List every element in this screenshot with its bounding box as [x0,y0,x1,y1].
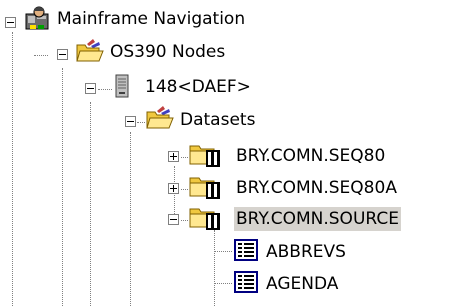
member-document-icon [232,268,262,296]
dataset-folder-icon [188,140,220,168]
tree-line [12,32,13,306]
dataset-folder-icon [188,203,220,231]
collapse-toggle[interactable] [85,83,96,94]
mainframe-navigation-icon [22,5,52,33]
expand-toggle[interactable] [168,183,179,194]
open-folder-icon [75,37,105,65]
tree-line [137,122,145,123]
node-label-os390-nodes[interactable]: OS390 Nodes [108,40,227,64]
open-folder-icon [145,104,175,132]
tree-line [130,132,131,306]
collapse-toggle[interactable] [5,17,16,28]
expand-toggle[interactable] [168,151,179,162]
node-label-bry-comn-seq80[interactable]: BRY.COMN.SEQ80 [234,144,387,168]
tree-line [34,55,48,56]
tree-line [90,102,91,306]
node-label-bry-comn-seq80a[interactable]: BRY.COMN.SEQ80A [234,176,399,200]
tree-line [62,68,63,306]
node-label-datasets[interactable]: Datasets [178,108,257,132]
tree-line [181,157,188,158]
node-label-abbrevs[interactable]: ABBREVS [264,240,348,264]
mainframe-tree-view[interactable]: Mainframe Navigation OS390 Nodes 148<DAE… [0,0,455,306]
node-label-bry-comn-source[interactable]: BRY.COMN.SOURCE [234,207,401,231]
tree-line [214,283,232,284]
node-label-agenda[interactable]: AGENDA [264,272,340,296]
collapse-toggle[interactable] [57,49,68,60]
node-label-mainframe-navigation[interactable]: Mainframe Navigation [55,7,247,31]
tree-line [181,220,188,221]
collapse-toggle[interactable] [125,116,136,127]
collapse-toggle[interactable] [168,214,179,225]
tree-line [214,251,232,252]
tree-line [181,189,188,190]
node-label-148-daef[interactable]: 148<DAEF> [143,75,253,99]
tree-line [214,230,215,306]
server-icon [110,72,140,100]
dataset-folder-icon [188,172,220,200]
member-document-icon [232,236,262,264]
